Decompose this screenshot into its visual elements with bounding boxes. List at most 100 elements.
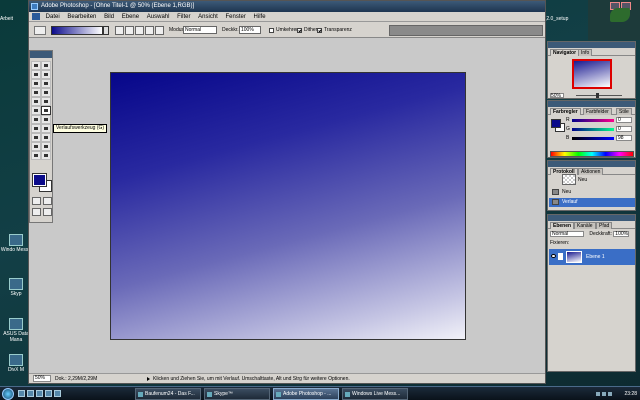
tab-kanaele[interactable]: Kanäle [574,222,596,229]
marquee-tool-icon[interactable] [31,61,41,70]
menu-filter[interactable]: Filter [177,12,190,22]
clock[interactable]: 23:28 [624,391,637,397]
menu-ansicht[interactable]: Ansicht [198,12,218,22]
status-arrow-icon[interactable] [147,377,150,381]
menu-auswahl[interactable]: Auswahl [147,12,170,22]
dodge-tool-icon[interactable] [41,115,51,124]
crop-tool-icon[interactable] [31,79,41,88]
tab-pfad[interactable]: Pfad [596,222,613,229]
color-fg-swatch[interactable] [551,119,561,128]
menu-fenster[interactable]: Fenster [226,12,246,22]
taskbar-item-skype[interactable]: Skype™ [204,388,270,400]
slice-tool-icon[interactable] [41,79,51,88]
menu-hilfe[interactable]: Hilfe [254,12,266,22]
notes-tool-icon[interactable] [31,142,41,151]
tab-farbfelder[interactable]: Farbfelder [583,108,612,115]
pen-tool-icon[interactable] [31,133,41,142]
shape-tool-icon[interactable] [41,133,51,142]
layer-opacity-field[interactable]: 100% [613,231,630,237]
move-tool-icon[interactable] [41,61,51,70]
navigator-zoom-field[interactable]: 50% [550,93,564,99]
transparenz-checkbox[interactable] [317,28,322,33]
b-value[interactable]: 98 [616,135,632,141]
quicklaunch-browser-icon[interactable] [36,390,43,397]
g-slider[interactable] [572,128,614,131]
history-item-neu[interactable]: Neu [549,188,635,197]
gradient-canvas[interactable] [110,72,466,340]
lasso-tool-icon[interactable] [31,70,41,79]
menu-bild[interactable]: Bild [104,12,114,22]
stamp-tool-icon[interactable] [31,97,41,106]
layer-row[interactable]: Ebene 1 [549,249,635,265]
layer-mode-select[interactable]: Normal [550,231,584,237]
navigator-zoom-slider[interactable] [576,95,622,96]
modus-select[interactable]: Normal [183,26,217,34]
palette-well[interactable] [389,25,543,36]
gradient-tool-icon[interactable] [41,106,51,115]
messenger-tray-icon[interactable] [608,392,612,396]
history-brush-tool-icon[interactable] [41,97,51,106]
tab-navigator[interactable]: Navigator [550,49,580,56]
taskbar-item-messenger[interactable]: Windows Live Mess... [342,388,408,400]
color-spectrum[interactable] [550,151,634,157]
standard-mode-icon[interactable] [32,197,41,205]
path-selection-tool-icon[interactable] [31,124,41,133]
taskbar-item-baufenum[interactable]: Baufenum24 - Das F... [135,388,201,400]
eraser-tool-icon[interactable] [31,106,41,115]
b-slider[interactable] [572,137,614,140]
navigator-zoom-knob[interactable] [596,93,599,98]
dither-checkbox[interactable] [297,28,302,33]
start-button[interactable] [2,388,14,400]
doc-info[interactable]: Dok.: 2,29M/2,29M [55,374,97,384]
gradient-picker[interactable] [51,26,103,35]
title-bar[interactable]: Adobe Photoshop - [Ohne Titel-1 @ 50% (E… [29,1,545,12]
blur-tool-icon[interactable] [31,115,41,124]
type-tool-icon[interactable] [41,124,51,133]
brush-tool-icon[interactable] [41,88,51,97]
reflected-gradient-button[interactable] [145,26,154,35]
diamond-gradient-button[interactable] [155,26,164,35]
history-snapshot[interactable]: Neu [550,174,634,186]
linear-gradient-button[interactable] [115,26,124,35]
quicklaunch-switch-icon[interactable] [27,390,34,397]
toolbox-header[interactable] [30,51,52,58]
zoom-tool-icon[interactable] [41,151,51,160]
radial-gradient-button[interactable] [125,26,134,35]
tab-farbregler[interactable]: Farbregler [550,108,581,115]
menu-datei[interactable]: Datei [46,12,60,22]
quicklaunch-desktop-icon[interactable] [18,390,25,397]
photoshop-logo-icon[interactable] [32,12,40,20]
menu-bearbeiten[interactable]: Bearbeiten [67,12,96,22]
deckkraft-field[interactable]: 100% [239,26,261,34]
r-value[interactable]: 0 [616,117,632,123]
foreground-color-swatch[interactable] [32,173,47,187]
eyedropper-tool-icon[interactable] [41,142,51,151]
magic-wand-tool-icon[interactable] [41,70,51,79]
angle-gradient-button[interactable] [135,26,144,35]
g-value[interactable]: 0 [616,126,632,132]
screen-mode-standard-icon[interactable] [32,208,41,216]
menu-ebene[interactable]: Ebene [122,12,139,22]
quicklaunch-extra-icon[interactable] [54,390,61,397]
umkehren-checkbox[interactable] [269,28,274,33]
screen-mode-full-icon[interactable] [43,208,52,216]
taskbar-item-photoshop[interactable]: Adobe Photoshop - ... [273,388,339,400]
quickmask-mode-icon[interactable] [43,197,52,205]
tab-ebenen[interactable]: Ebenen [550,222,575,229]
tool-preset-picker[interactable] [34,26,46,35]
history-item-verlauf[interactable]: Verlauf [549,198,635,207]
tab-info[interactable]: Info [578,49,593,56]
photoshop-app-icon [31,3,38,10]
volume-icon[interactable] [602,392,606,396]
gradient-dropdown-icon[interactable] [103,26,109,35]
r-slider[interactable] [572,119,614,122]
status-zoom-field[interactable]: 50% [33,375,51,382]
tab-stile[interactable]: Stile [616,108,632,115]
network-icon[interactable] [596,392,600,396]
eye-icon[interactable] [551,254,556,258]
navigator-thumbnail[interactable] [572,59,612,89]
hand-tool-icon[interactable] [31,151,41,160]
tool-tooltip: Verlaufswerkzeug (G) [53,124,108,133]
quicklaunch-media-icon[interactable] [45,390,52,397]
healing-brush-tool-icon[interactable] [31,88,41,97]
